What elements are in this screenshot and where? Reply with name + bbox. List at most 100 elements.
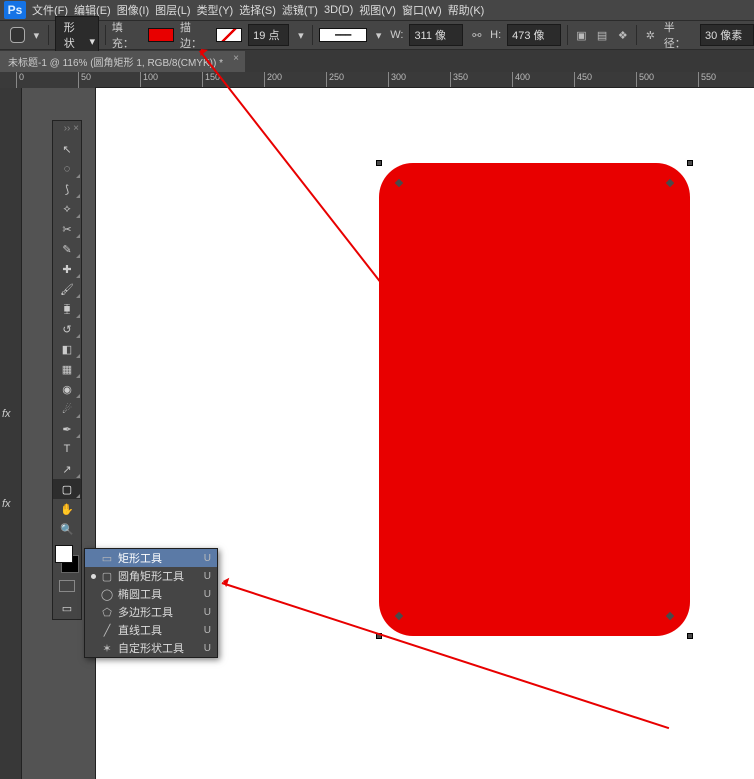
gear-icon[interactable]: ✲ (643, 27, 658, 43)
flyout-polygon-tool[interactable]: ⬠ 多边形工具 U (85, 603, 217, 621)
crop-tool[interactable]: ✂ (53, 219, 81, 239)
flyout-shortcut: U (204, 553, 211, 564)
fx-icon[interactable]: fx (2, 498, 11, 510)
stroke-style-dropdown-icon[interactable]: ▾ (373, 29, 384, 41)
menu-3d[interactable]: 3D(D) (324, 4, 353, 16)
flyout-label: 多边形工具 (118, 604, 173, 620)
flyout-ellipse-tool[interactable]: ◯ 椭圆工具 U (85, 585, 217, 603)
quick-select-tool[interactable]: ⟡ (53, 199, 81, 219)
tool-preset-dropdown-icon[interactable]: ▾ (31, 29, 42, 41)
flyout-shortcut: U (204, 643, 211, 654)
move-tool[interactable]: ↖ (53, 139, 81, 159)
fg-bg-colors[interactable] (53, 543, 81, 575)
stroke-style-swatch[interactable]: ━━━ (319, 28, 367, 42)
eraser-tool[interactable]: ◧ (53, 339, 81, 359)
menu-window[interactable]: 窗口(W) (402, 2, 442, 18)
current-dot-icon (91, 574, 96, 579)
type-tool[interactable]: T (53, 439, 81, 459)
flyout-shortcut: U (204, 607, 211, 618)
stroke-color-swatch[interactable] (216, 28, 242, 42)
zoom-tool[interactable]: 🔍 (53, 519, 81, 539)
flyout-custom-shape-tool[interactable]: ✶ 自定形状工具 U (85, 639, 217, 657)
shape-mode-select[interactable]: 形状 ▾ (55, 16, 99, 54)
lasso-tool[interactable]: ⟆ (53, 179, 81, 199)
selection-handle[interactable] (687, 633, 693, 639)
stroke-width-dropdown-icon[interactable]: ▾ (295, 29, 306, 41)
selection-handle[interactable] (687, 160, 693, 166)
arrange-icon[interactable]: ❖ (615, 27, 630, 43)
width-label: W: (390, 29, 403, 41)
stroke-width-input[interactable]: 19 点 (248, 24, 289, 46)
path-select-tool[interactable]: ↗ (53, 459, 81, 479)
flyout-label: 自定形状工具 (118, 640, 184, 656)
left-collapsed-panels[interactable]: fx fx (0, 88, 22, 779)
eyedropper-tool[interactable]: ✎ (53, 239, 81, 259)
ruler-tick: 550 (698, 72, 754, 88)
healing-brush-tool[interactable]: ✚ (53, 259, 81, 279)
align-icon[interactable]: ▤ (595, 27, 610, 43)
marquee-tool[interactable]: ◌ (53, 159, 81, 179)
brush-tool[interactable]: 🖌 (53, 279, 81, 299)
separator (636, 25, 637, 45)
ruler-tick: 0 (16, 72, 78, 88)
rounded-rectangle-shape[interactable] (379, 163, 690, 636)
menu-filter[interactable]: 滤镜(T) (282, 2, 318, 18)
menu-layer[interactable]: 图层(L) (155, 2, 190, 18)
fg-color-swatch[interactable] (55, 545, 73, 563)
ruler-tick: 50 (78, 72, 140, 88)
menu-view[interactable]: 视图(V) (359, 2, 396, 18)
workspace: fx fx (0, 88, 754, 779)
quick-mask-icon[interactable] (53, 575, 81, 597)
shape-tool-flyout: ▭ 矩形工具 U ▢ 圆角矩形工具 U ◯ 椭圆工具 U ⬠ 多边形工具 U ╱… (84, 548, 218, 658)
flyout-label: 椭圆工具 (118, 586, 162, 602)
ruler-corner (0, 72, 16, 88)
height-label: H: (490, 29, 501, 41)
separator (48, 25, 49, 45)
radius-input[interactable]: 30 像素 (700, 24, 754, 46)
fill-label: 填充： (112, 19, 142, 51)
gradient-tool[interactable]: ▦ (53, 359, 81, 379)
ruler-tick: 450 (574, 72, 636, 88)
flyout-line-tool[interactable]: ╱ 直线工具 U (85, 621, 217, 639)
hand-tool[interactable]: ✋ (53, 499, 81, 519)
current-tool-icon[interactable] (10, 27, 25, 43)
flyout-shortcut: U (204, 625, 211, 636)
width-input[interactable]: 311 像 (409, 24, 463, 46)
document-tab-title: 未标题-1 @ 116% (圆角矩形 1, RGB/8(CMYK)) * (8, 58, 223, 69)
selection-handle[interactable] (376, 160, 382, 166)
path-ops-icon[interactable]: ▣ (574, 27, 589, 43)
ruler-tick: 200 (264, 72, 326, 88)
pen-tool[interactable]: ✒ (53, 419, 81, 439)
ps-logo: Ps (4, 1, 26, 19)
ellipse-icon: ◯ (100, 588, 114, 601)
screen-mode-icon[interactable]: ▭ (53, 597, 81, 619)
flyout-label: 矩形工具 (118, 550, 162, 566)
flyout-rounded-rect-tool[interactable]: ▢ 圆角矩形工具 U (85, 567, 217, 585)
fx-icon[interactable]: fx (2, 408, 11, 420)
height-input[interactable]: 473 像 (507, 24, 561, 46)
polygon-icon: ⬠ (100, 606, 114, 619)
shape-tool[interactable]: ▢ (53, 479, 81, 499)
toolbox: ↖ ◌ ⟆ ⟡ ✂ ✎ ✚ 🖌 ⧯ ↺ ◧ ▦ ◉ ☄ ✒ T ↗ ▢ ✋ 🔍 … (52, 120, 82, 620)
ruler-tick: 400 (512, 72, 574, 88)
history-brush-tool[interactable]: ↺ (53, 319, 81, 339)
custom-shape-icon: ✶ (100, 642, 114, 655)
clone-stamp-tool[interactable]: ⧯ (53, 299, 81, 319)
blur-tool[interactable]: ◉ (53, 379, 81, 399)
flyout-rect-tool[interactable]: ▭ 矩形工具 U (85, 549, 217, 567)
separator (105, 25, 106, 45)
menu-select[interactable]: 选择(S) (239, 2, 276, 18)
fill-color-swatch[interactable] (148, 28, 174, 42)
ruler-tick: 500 (636, 72, 698, 88)
flyout-label: 圆角矩形工具 (118, 568, 184, 584)
menu-image[interactable]: 图像(I) (117, 2, 149, 18)
menu-help[interactable]: 帮助(K) (448, 2, 485, 18)
menu-type[interactable]: 类型(Y) (197, 2, 234, 18)
menu-bar: Ps 文件(F) 编辑(E) 图像(I) 图层(L) 类型(Y) 选择(S) 滤… (0, 0, 754, 20)
canvas[interactable] (96, 88, 754, 779)
close-tab-icon[interactable]: × (233, 53, 239, 64)
dodge-tool[interactable]: ☄ (53, 399, 81, 419)
link-wh-icon[interactable]: ⚯ (469, 27, 484, 43)
radius-label: 半径： (664, 19, 694, 51)
ruler-tick: 350 (450, 72, 512, 88)
